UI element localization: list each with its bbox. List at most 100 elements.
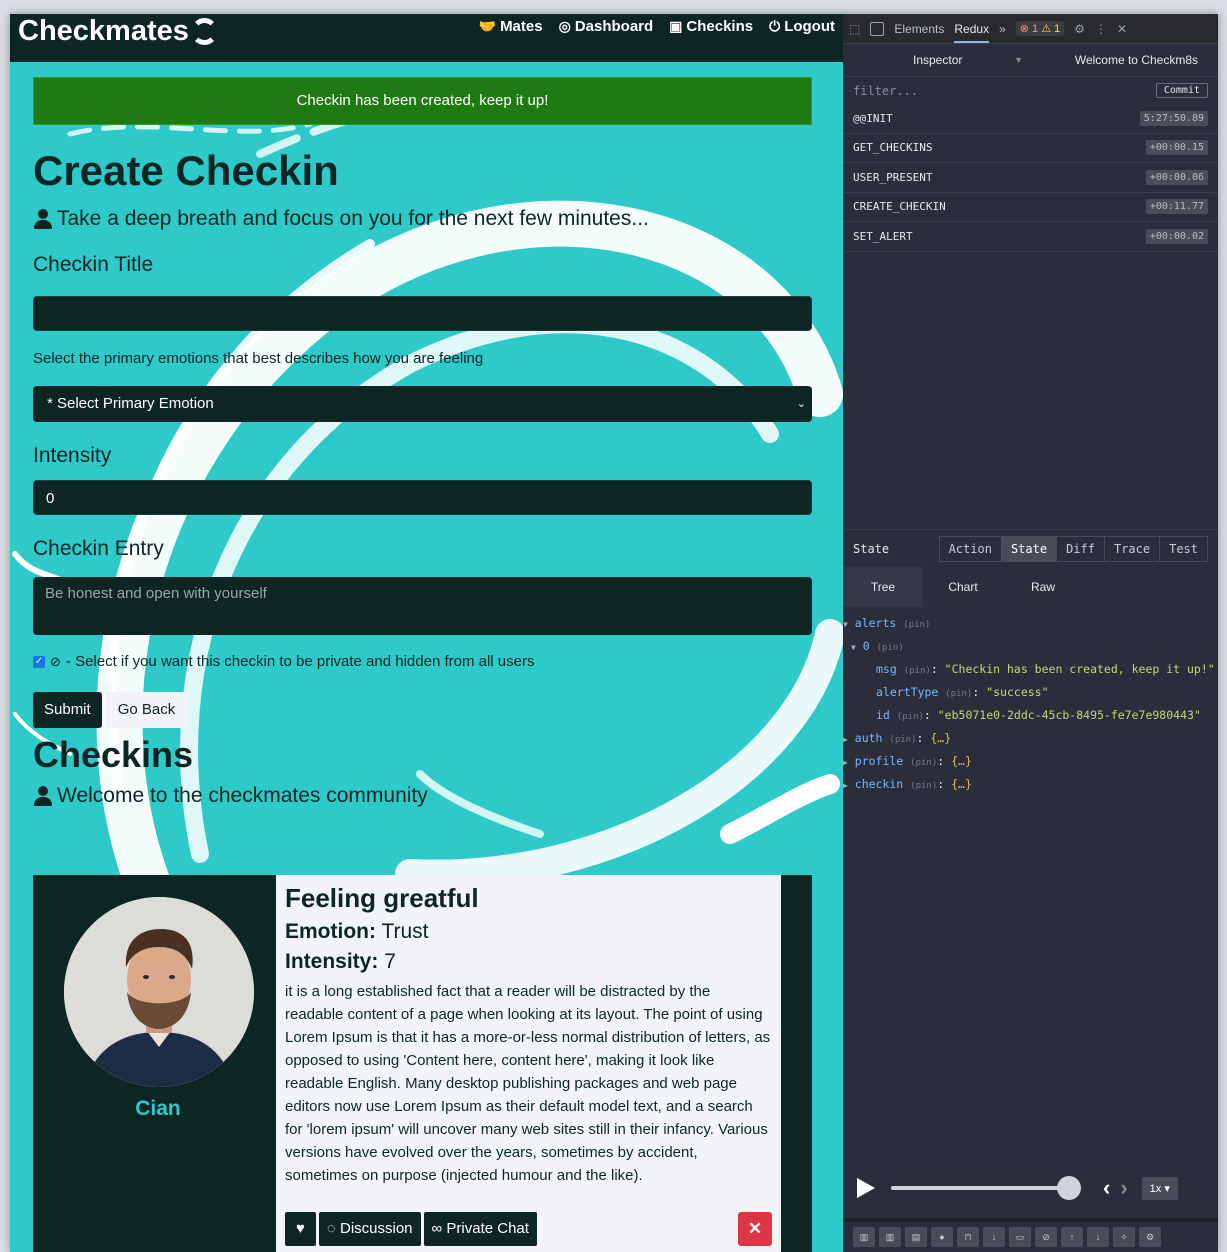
nav-mates[interactable]: 🤝 Mates <box>479 18 543 35</box>
like-button[interactable]: ♥ <box>285 1212 316 1246</box>
inspector-select[interactable]: Inspector <box>913 53 962 67</box>
nav-logout[interactable]: ⏻ Logout <box>769 18 835 35</box>
go-back-button[interactable]: Go Back <box>105 692 188 728</box>
card-intensity: Intensity: 7 <box>285 950 396 973</box>
private-checkbox[interactable]: ✓ <box>33 655 45 668</box>
main-content: Checkin has been created, keep it up! Cr… <box>33 77 812 808</box>
tree-node-profile[interactable]: ▶ profile (pin): {…} <box>843 751 1218 774</box>
state-tree: ▼ alerts (pin) ▼ 0 (pin) msg (pin): "Che… <box>843 607 1218 1167</box>
settings-icon[interactable]: ⚙ <box>1139 1227 1161 1247</box>
more-tabs-button[interactable]: » <box>999 22 1006 36</box>
action-item[interactable]: CREATE_CHECKIN +00:11.77 <box>843 193 1218 222</box>
tree-node-alert-0[interactable]: ▼ 0 (pin) <box>843 636 1218 659</box>
tab-raw[interactable]: Raw <box>1003 567 1083 607</box>
tab-elements[interactable]: Elements <box>894 22 944 36</box>
play-icon[interactable] <box>857 1178 875 1198</box>
tree-node-id: id (pin): "eb5071e0-2ddc-45cb-8495-fe7e7… <box>876 708 1201 722</box>
instance-select[interactable]: Welcome to Checkm8s <box>1075 53 1198 67</box>
redux-inspector-header: Inspector ▼ Welcome to Checkm8s <box>843 44 1218 76</box>
nav-checkins[interactable]: ▣ Checkins <box>669 18 753 35</box>
tab-action[interactable]: Action <box>940 537 1001 561</box>
nav-links: 🤝 Mates ◎ Dashboard ▣ Checkins ⏻ Logout <box>479 18 835 35</box>
user-circle-icon: ◎ <box>558 18 571 34</box>
intensity-label: Intensity <box>33 444 112 467</box>
checkin-entry-textarea[interactable]: Be honest and open with yourself <box>33 577 812 635</box>
tree-node-alerttype: alertType (pin): "success" <box>876 685 1049 699</box>
tab-trace[interactable]: Trace <box>1103 536 1159 561</box>
tab-redux[interactable]: Redux <box>954 22 990 43</box>
card-emotion: Emotion: Trust <box>285 920 429 943</box>
lock-icon[interactable]: ⊓ <box>957 1227 979 1247</box>
close-icon[interactable]: ✕ <box>1117 22 1127 36</box>
card-title: Feeling greatful <box>285 883 479 913</box>
private-checkbox-row: ✓ ⊘ - Select if you want this checkin to… <box>33 653 535 670</box>
action-list: @@INIT 5:27:50.89 GET_CHECKINS +00:00.15 U… <box>843 104 1218 529</box>
tab-state[interactable]: State <box>1000 536 1057 561</box>
layout-left-icon[interactable]: ▥ <box>853 1227 875 1247</box>
filter-input[interactable]: filter... <box>853 84 918 98</box>
action-item[interactable]: SET_ALERT +00:00.02 <box>843 222 1218 252</box>
screenshot-frame: Checkmates 🤝 Mates ◎ Dashboard ▣ Checkins ⏻… <box>10 14 1218 1252</box>
device-toggle-icon[interactable] <box>870 21 885 36</box>
error-warning-badge[interactable]: ⊗ 1 ⚠ 1 <box>1015 21 1065 36</box>
slider-handle[interactable] <box>1057 1176 1081 1200</box>
calendar-check-icon: ▣ <box>669 18 683 34</box>
next-action-icon[interactable]: › <box>1120 1175 1127 1201</box>
card-username[interactable]: Cian <box>33 1097 283 1121</box>
layout-right-icon[interactable]: ▥ <box>879 1227 901 1247</box>
app-window: Checkmates 🤝 Mates ◎ Dashboard ▣ Checkins ⏻… <box>10 14 843 1252</box>
action-item[interactable]: @@INIT 5:27:50.89 <box>843 104 1218 134</box>
tab-test[interactable]: Test <box>1159 536 1207 561</box>
view-tabs: Tree Chart Raw <box>843 567 1218 607</box>
power-icon: ⏻ <box>769 18 781 34</box>
upload-icon[interactable]: ↑ <box>1061 1227 1083 1247</box>
brand-logo[interactable]: Checkmates <box>18 14 218 48</box>
user-icon <box>33 209 53 229</box>
tree-node-checkin[interactable]: ▶ checkin (pin): {…} <box>843 774 1218 797</box>
form-lead: Take a deep breath and focus on you for … <box>33 207 812 231</box>
checkin-title-input[interactable] <box>33 296 812 331</box>
user-icon <box>33 786 53 806</box>
card-buttons: ♥ ◌ Discussion ∞ Private Chat <box>285 1212 537 1246</box>
pin-icon[interactable]: ↓ <box>983 1227 1005 1247</box>
action-item[interactable]: USER_PRESENT +00:00.06 <box>843 163 1218 193</box>
more-options-icon[interactable]: ⋮ <box>1095 22 1107 36</box>
state-bar: State Action State Diff Trace Test <box>843 529 1218 567</box>
checkins-heading: Checkins <box>33 734 194 775</box>
time-slider[interactable] <box>891 1176 1081 1200</box>
download-icon[interactable]: ↓ <box>1087 1227 1109 1247</box>
submit-button[interactable]: Submit <box>33 692 102 728</box>
link-icon: ∞ <box>431 1220 443 1237</box>
chevron-down-icon: ▼ <box>1014 55 1024 65</box>
private-chat-button[interactable]: ∞ Private Chat <box>423 1212 537 1246</box>
gear-icon[interactable]: ⚙ <box>1074 22 1085 36</box>
playback-speed-select[interactable]: 1x ▾ <box>1141 1176 1178 1200</box>
action-item[interactable]: GET_CHECKINS +00:00.15 <box>843 134 1218 163</box>
avatar-photo <box>64 897 254 1087</box>
commit-button[interactable]: Commit <box>1155 83 1208 98</box>
checkin-entry-label: Checkin Entry <box>33 537 164 560</box>
tree-node-auth[interactable]: ▶ auth (pin): {…} <box>843 728 1218 751</box>
tab-tree[interactable]: Tree <box>843 567 923 607</box>
tab-diff[interactable]: Diff <box>1056 536 1104 561</box>
inspect-element-icon[interactable]: ⬚ <box>849 22 860 36</box>
nav-dashboard[interactable]: ◎ Dashboard <box>559 18 654 35</box>
tab-chart[interactable]: Chart <box>923 567 1003 607</box>
remote-icon[interactable]: ✧ <box>1113 1227 1135 1247</box>
previous-action-icon[interactable]: ‹ <box>1103 1175 1110 1201</box>
chevron-down-icon: ⌄ <box>796 398 806 410</box>
devtools-bottom-toolbar: ▥ ▥ ▤ ● ⊓ ↓ ▭ ⊘ ↑ ↓ ✧ ⚙ <box>843 1222 1218 1252</box>
intensity-input[interactable]: 0 <box>33 480 812 515</box>
keyboard-icon[interactable]: ▭ <box>1009 1227 1031 1247</box>
record-icon[interactable]: ● <box>931 1227 953 1247</box>
delete-button[interactable]: ✕ <box>738 1212 772 1246</box>
top-navbar: Checkmates 🤝 Mates ◎ Dashboard ▣ Checkins ⏻… <box>10 14 843 62</box>
layout-bottom-icon[interactable]: ▤ <box>905 1227 927 1247</box>
checkin-card: Cian Feeling greatful Emotion: Trust Int… <box>33 875 812 1252</box>
emotion-help-text: Select the primary emotions that best de… <box>33 350 484 367</box>
discussion-button[interactable]: ◌ Discussion <box>318 1212 421 1246</box>
slider-off-icon[interactable]: ⊘ <box>1035 1227 1057 1247</box>
primary-emotion-select[interactable]: * Select Primary Emotion ⌄ <box>33 386 812 422</box>
checkin-title-label: Checkin Title <box>33 253 154 276</box>
tree-node-alerts[interactable]: ▼ alerts (pin) <box>843 613 1218 636</box>
